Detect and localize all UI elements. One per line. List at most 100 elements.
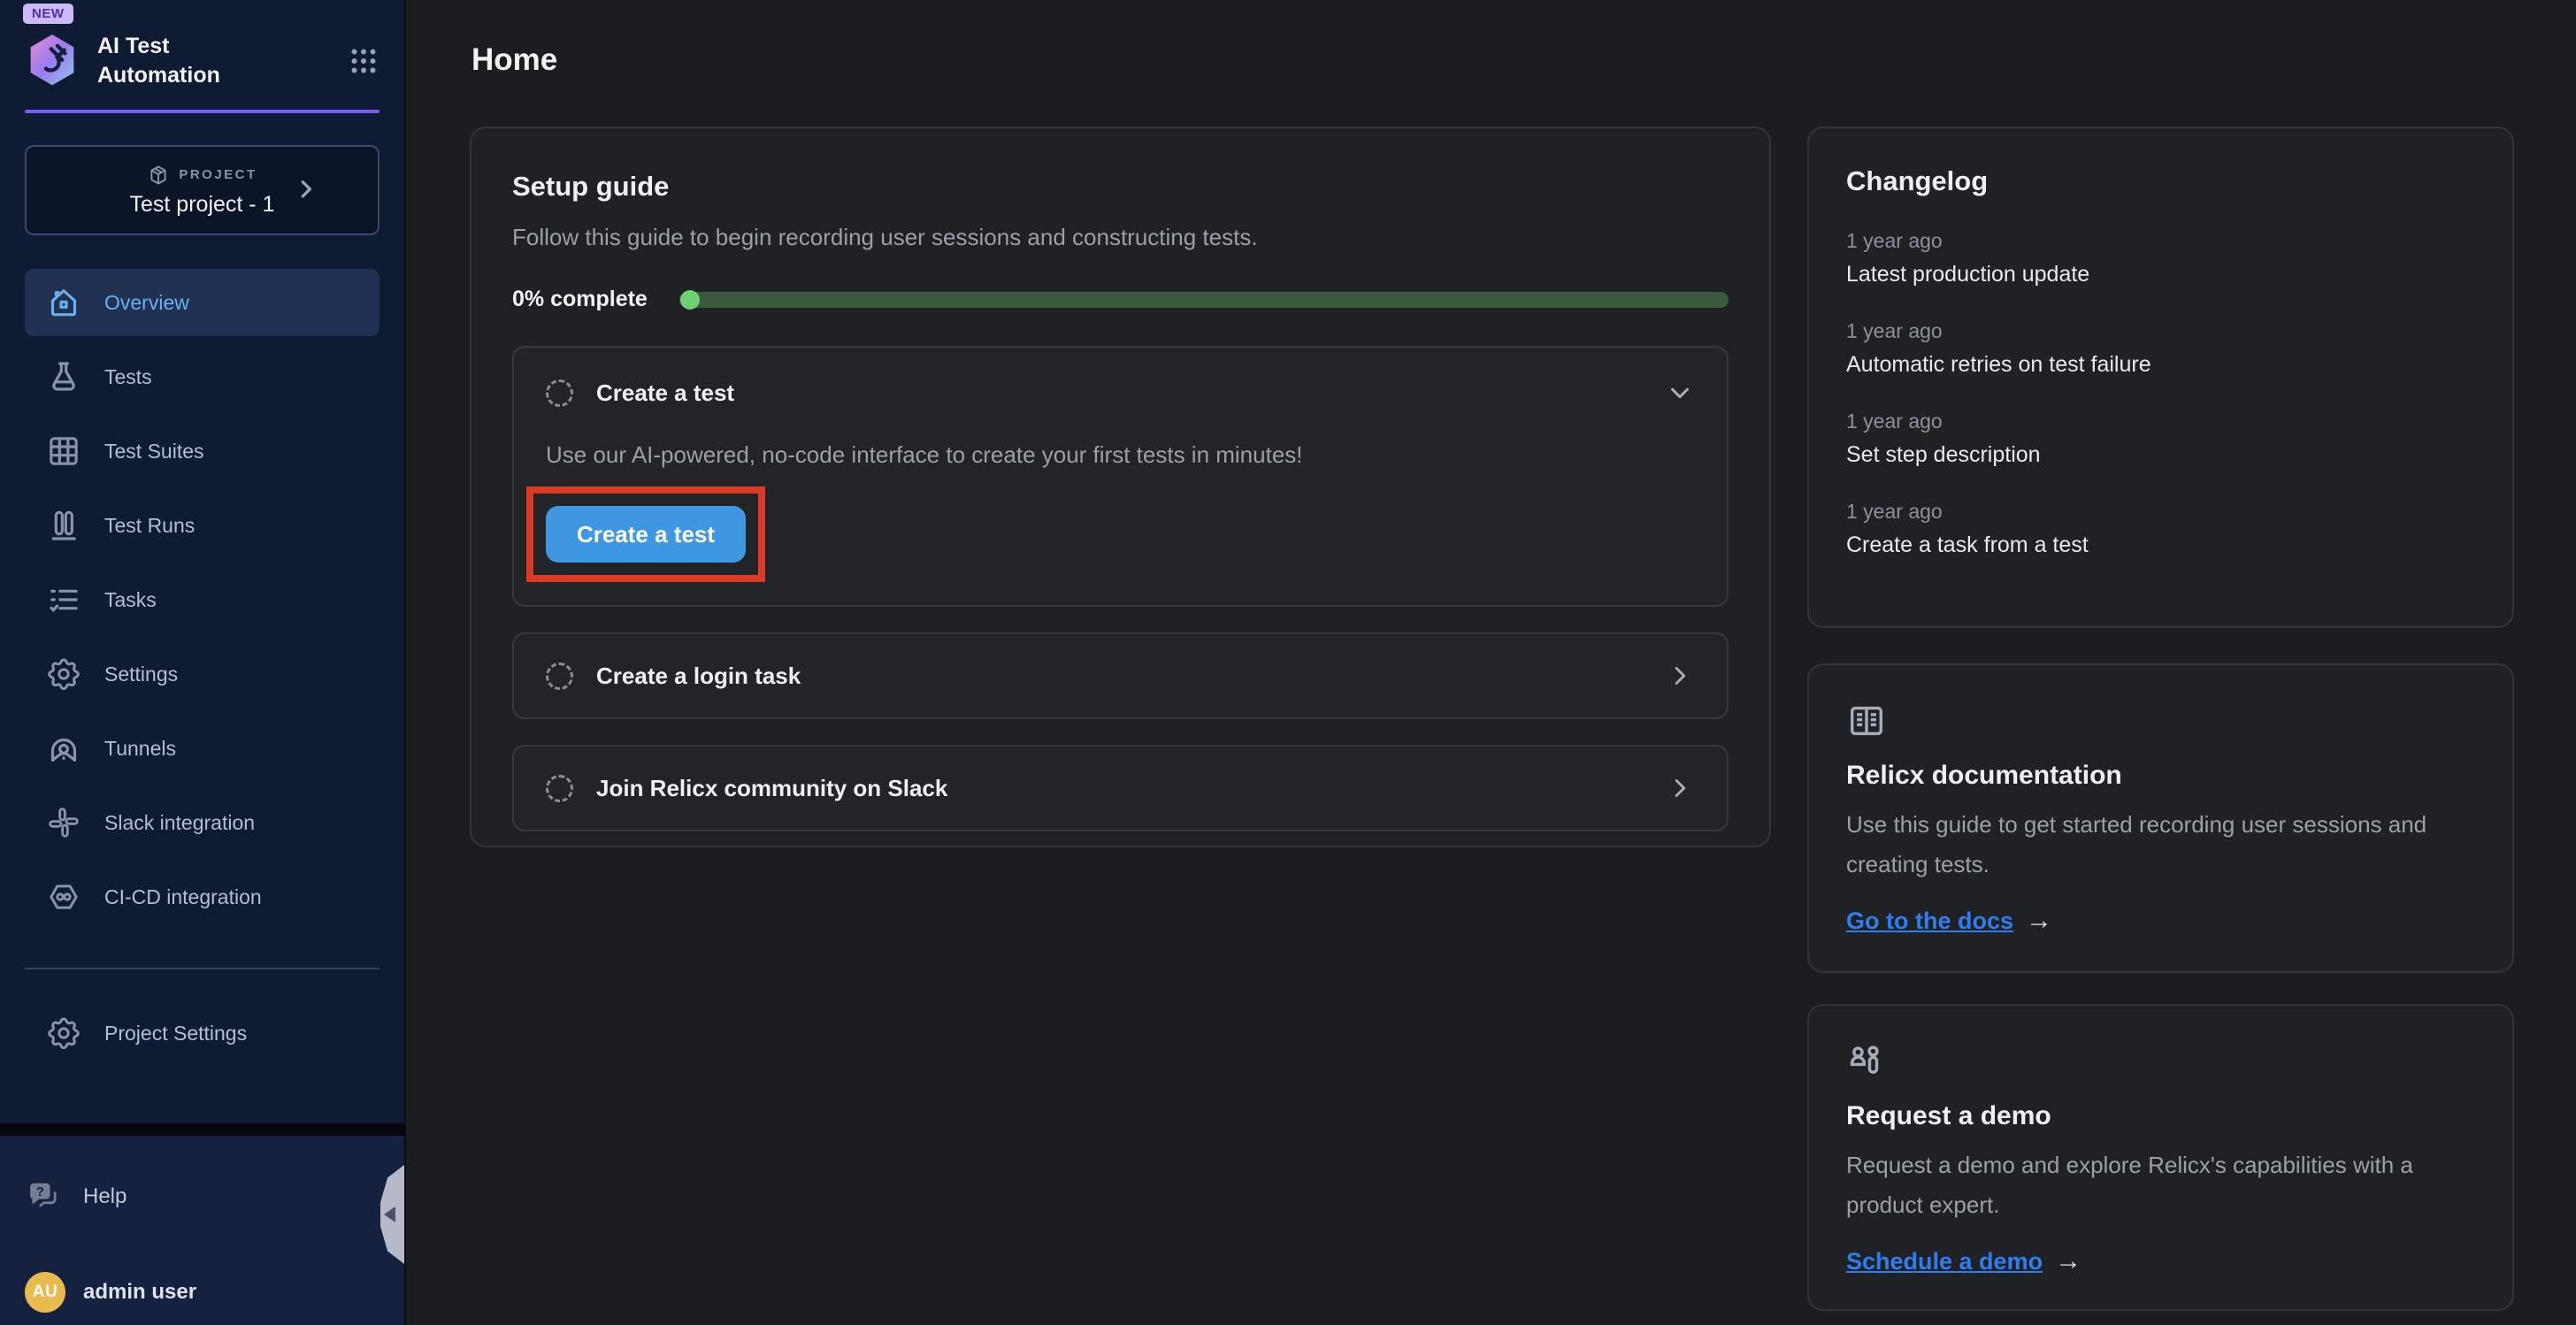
chevron-right-icon (1665, 773, 1695, 803)
documentation-title: Relicx documentation (1846, 761, 2475, 791)
setup-guide-title: Setup guide (512, 171, 1729, 203)
user-menu[interactable]: AU admin user (25, 1272, 380, 1313)
changelog-title: Changelog (1846, 165, 2475, 197)
gear-icon (46, 656, 81, 692)
changelog-card: Changelog 1 year ago Latest production u… (1807, 126, 2514, 628)
step-incomplete-icon (546, 775, 573, 802)
sidebar-item-settings[interactable]: Settings (25, 640, 380, 708)
changelog-time: 1 year ago (1846, 229, 2475, 253)
collapse-arrow-icon (384, 1206, 395, 1222)
sidebar-nav: Overview Tests Test Suit (25, 269, 380, 931)
changelog-entry: 1 year ago Latest production update (1846, 229, 2475, 287)
chevron-down-icon (1665, 378, 1695, 408)
new-badge: NEW (23, 4, 73, 24)
chevron-right-icon (293, 176, 319, 203)
help-label: Help (83, 1184, 126, 1209)
app-grid-icon[interactable] (348, 45, 380, 77)
changelog-entry: 1 year ago Automatic retries on test fai… (1846, 319, 2475, 378)
documentation-card: Relicx documentation Use this guide to g… (1807, 663, 2514, 973)
avatar: AU (25, 1272, 65, 1313)
sidebar-item-label: Slack integration (104, 811, 255, 835)
changelog-text: Create a task from a test (1846, 532, 2475, 558)
documentation-book-icon (1846, 701, 2475, 741)
project-selector[interactable]: PROJECT Test project - 1 (25, 145, 380, 235)
progress-label: 0% complete (512, 287, 648, 312)
step-title: Join Relicx community on Slack (596, 775, 947, 802)
sidebar-item-label: Test Runs (104, 514, 195, 538)
two-users-icon (1846, 1041, 2475, 1082)
changelog-text: Automatic retries on test failure (1846, 352, 2475, 378)
slack-icon (46, 805, 81, 840)
setup-step-join-slack: Join Relicx community on Slack (512, 745, 1729, 831)
sidebar-item-test-runs[interactable]: Test Runs (25, 492, 380, 559)
accent-divider (25, 110, 380, 113)
changelog-time: 1 year ago (1846, 319, 2475, 343)
step-title: Create a login task (596, 662, 801, 690)
step-header[interactable]: Create a login task (514, 634, 1727, 717)
step-description: Use our AI-powered, no-code interface to… (546, 441, 1695, 469)
brand: AI Test Automation (25, 32, 380, 90)
step-incomplete-icon (546, 379, 573, 407)
request-demo-card: Request a demo Request a demo and explor… (1807, 1004, 2514, 1311)
user-name: admin user (83, 1280, 196, 1305)
task-list-icon (46, 582, 81, 617)
package-icon (147, 164, 170, 187)
app-title: AI Test Automation (97, 32, 248, 90)
sidebar-item-test-suites[interactable]: Test Suites (25, 417, 380, 485)
go-to-docs-link[interactable]: Go to the docs (1846, 908, 2013, 935)
chevron-right-icon (1665, 661, 1695, 691)
table-grid-icon (46, 433, 81, 469)
step-incomplete-icon (546, 662, 573, 690)
sidebar-item-slack-integration[interactable]: Slack integration (25, 789, 380, 856)
sidebar-item-label: Test Suites (104, 440, 204, 463)
sidebar-bottom-separator (0, 1123, 404, 1136)
sidebar-divider (25, 968, 380, 969)
sidebar-item-tunnels[interactable]: Tunnels (25, 715, 380, 782)
app-logo-icon (25, 32, 80, 90)
svg-text:?: ? (36, 1185, 44, 1199)
changelog-time: 1 year ago (1846, 410, 2475, 433)
test-tubes-icon (46, 508, 81, 543)
setup-step-create-test: Create a test Use our AI-powered, no-cod… (512, 346, 1729, 607)
schedule-demo-link[interactable]: Schedule a demo (1846, 1248, 2043, 1275)
arrow-right-icon: → (2026, 906, 2052, 936)
setup-guide-subtitle: Follow this guide to begin recording use… (512, 224, 1729, 251)
sidebar-item-label: Settings (104, 662, 178, 686)
request-demo-description: Request a demo and explore Relicx's capa… (1846, 1145, 2474, 1225)
project-label: PROJECT (179, 167, 257, 182)
home-icon (46, 285, 81, 320)
step-header[interactable]: Create a test (514, 348, 1727, 422)
changelog-time: 1 year ago (1846, 500, 2475, 524)
sidebar-item-overview[interactable]: Overview (25, 269, 380, 336)
documentation-description: Use this guide to get started recording … (1846, 805, 2474, 885)
changelog-entry: 1 year ago Set step description (1846, 410, 2475, 468)
cicd-hexagon-icon (46, 879, 81, 915)
sidebar-item-label: CI-CD integration (104, 885, 262, 909)
help-button[interactable]: ? Help (25, 1178, 380, 1215)
create-test-button[interactable]: Create a test (546, 506, 746, 563)
tunnel-icon (46, 731, 81, 766)
page-title: Home (472, 42, 557, 78)
sidebar-item-cicd-integration[interactable]: CI-CD integration (25, 863, 380, 931)
setup-guide-card: Setup guide Follow this guide to begin r… (470, 126, 1771, 847)
sidebar-item-tests[interactable]: Tests (25, 343, 380, 410)
step-header[interactable]: Join Relicx community on Slack (514, 747, 1727, 830)
gear-icon (46, 1015, 81, 1051)
setup-step-login-task: Create a login task (512, 632, 1729, 719)
sidebar-item-label: Tests (104, 365, 152, 389)
changelog-text: Set step description (1846, 442, 2475, 468)
help-chat-icon: ? (25, 1178, 62, 1215)
arrow-right-icon: → (2055, 1246, 2082, 1276)
sidebar-item-project-settings[interactable]: Project Settings (25, 999, 380, 1067)
step-title: Create a test (596, 379, 734, 407)
progress-bar (679, 292, 1729, 308)
sidebar-item-tasks[interactable]: Tasks (25, 566, 380, 633)
sidebar-item-label: Tasks (104, 588, 157, 612)
progress-dot (680, 290, 700, 310)
sidebar-item-label: Tunnels (104, 737, 176, 761)
sidebar-bottom-section: ? Help AU admin user (0, 1136, 404, 1325)
changelog-entry: 1 year ago Create a task from a test (1846, 500, 2475, 558)
setup-progress: 0% complete (512, 287, 1729, 312)
changelog-text: Latest production update (1846, 262, 2475, 287)
sidebar-item-label: Project Settings (104, 1022, 247, 1045)
